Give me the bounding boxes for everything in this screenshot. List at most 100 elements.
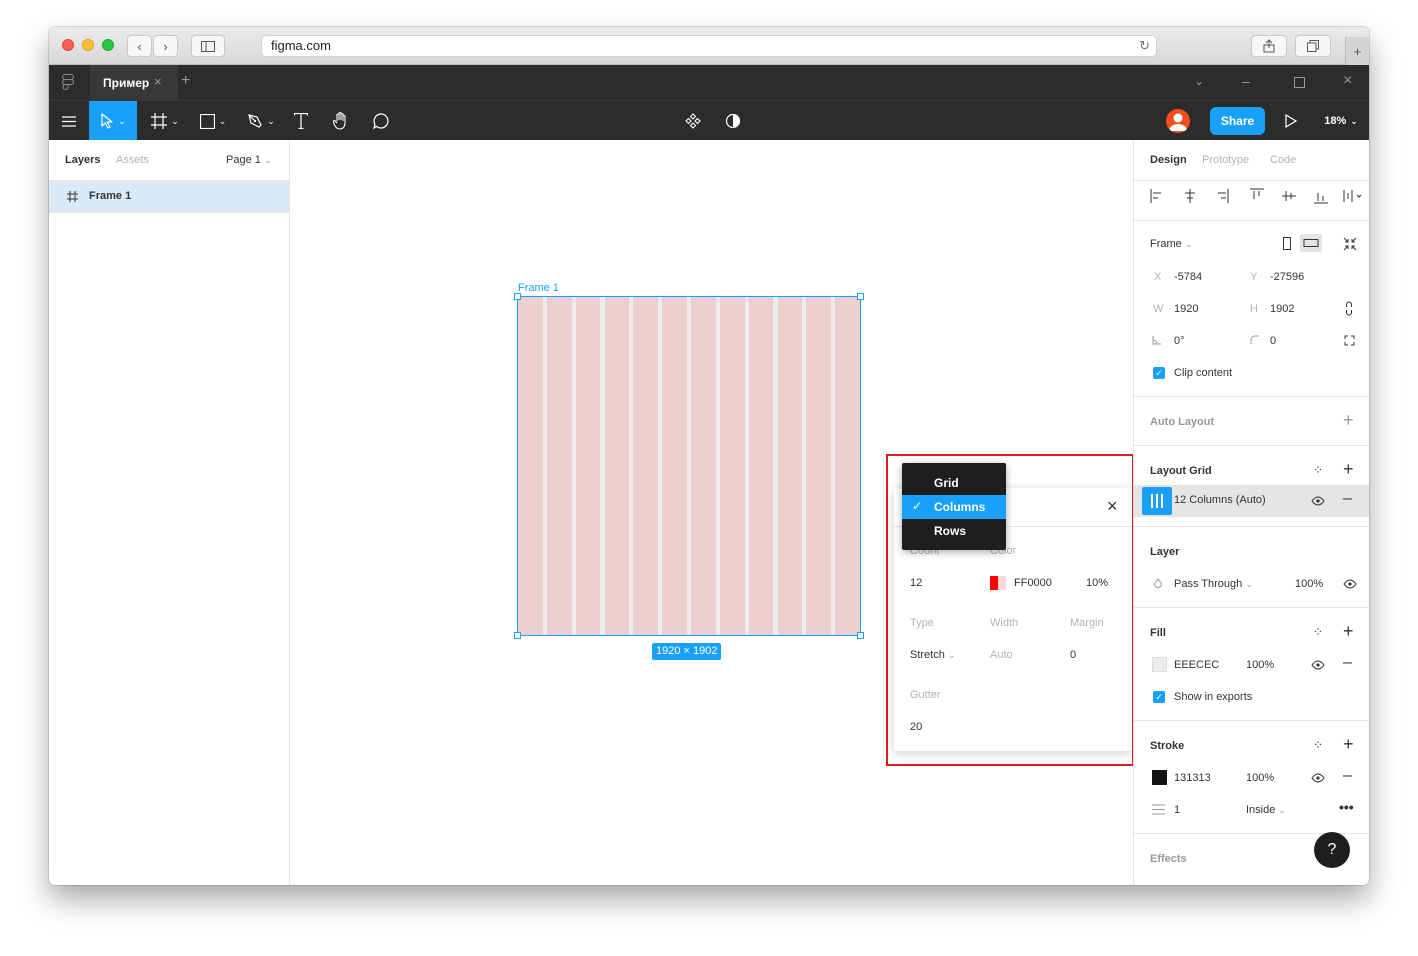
add-grid-icon[interactable]: + bbox=[1343, 459, 1354, 480]
main-menu-button[interactable] bbox=[57, 101, 81, 141]
sidebar-toggle-button[interactable] bbox=[191, 35, 225, 57]
portrait-icon[interactable] bbox=[1282, 236, 1292, 251]
x-input[interactable]: -5784 bbox=[1174, 271, 1202, 283]
eye-icon[interactable] bbox=[1311, 496, 1325, 506]
remove-stroke-icon[interactable]: – bbox=[1343, 767, 1352, 785]
hand-tool-button[interactable] bbox=[329, 101, 353, 141]
grid-styles-icon[interactable]: ⁘ bbox=[1313, 463, 1323, 477]
share-browser-button[interactable] bbox=[1251, 35, 1287, 57]
canvas[interactable]: Frame 1 1920 × 1902 × Count Color 12 FF0… bbox=[290, 140, 1134, 885]
remove-grid-icon[interactable]: – bbox=[1343, 490, 1352, 508]
resize-to-fit-icon[interactable] bbox=[1343, 237, 1357, 251]
rotation-input[interactable]: 0° bbox=[1174, 335, 1185, 347]
frame-type-dropdown[interactable]: Frame ⌄ bbox=[1150, 238, 1192, 250]
share-button[interactable]: Share bbox=[1210, 107, 1265, 135]
margin-input[interactable]: 0 bbox=[1070, 649, 1076, 661]
frame-tool-button[interactable]: ⌄ bbox=[145, 101, 185, 141]
clip-content-checkbox[interactable]: ✓ bbox=[1153, 367, 1165, 379]
corner-radius-input[interactable]: 0 bbox=[1270, 335, 1276, 347]
grid-type-button[interactable] bbox=[1142, 487, 1172, 515]
zoom-dropdown[interactable]: 18% ⌄ bbox=[1319, 101, 1363, 141]
stroke-styles-icon[interactable]: ⁘ bbox=[1313, 738, 1323, 752]
add-stroke-icon[interactable]: + bbox=[1343, 734, 1354, 755]
tab-code[interactable]: Code bbox=[1270, 154, 1296, 166]
menu-item-grid[interactable]: Grid bbox=[902, 471, 1006, 495]
color-hex-input[interactable]: FF0000 bbox=[1014, 577, 1052, 589]
layer-row[interactable]: Frame 1 bbox=[49, 181, 289, 213]
maximize-icon[interactable] bbox=[1294, 77, 1305, 88]
forward-button[interactable]: › bbox=[153, 35, 178, 57]
text-tool-button[interactable] bbox=[289, 101, 313, 141]
address-bar[interactable]: figma.com ↻ bbox=[261, 35, 1157, 57]
resize-handle-nw[interactable] bbox=[514, 293, 521, 300]
eye-icon[interactable] bbox=[1311, 660, 1325, 670]
fill-styles-icon[interactable]: ⁘ bbox=[1313, 625, 1323, 639]
present-button[interactable] bbox=[1279, 101, 1303, 141]
close-window-button[interactable] bbox=[62, 39, 74, 51]
more-options-icon[interactable]: ••• bbox=[1339, 799, 1354, 815]
fill-hex-input[interactable]: EEECEC bbox=[1174, 659, 1219, 671]
page-selector[interactable]: Page 1 ⌄ bbox=[226, 154, 271, 166]
tab-layers[interactable]: Layers bbox=[65, 154, 100, 166]
h-input[interactable]: 1902 bbox=[1270, 303, 1294, 315]
resize-handle-ne[interactable] bbox=[857, 293, 864, 300]
add-fill-icon[interactable]: + bbox=[1343, 621, 1354, 642]
tab-assets[interactable]: Assets bbox=[116, 154, 149, 166]
blend-mode-dropdown[interactable]: Pass Through ⌄ bbox=[1174, 578, 1253, 590]
stroke-hex-input[interactable]: 131313 bbox=[1174, 772, 1211, 784]
count-input[interactable]: 12 bbox=[910, 577, 922, 589]
close-app-icon[interactable]: × bbox=[1343, 72, 1352, 90]
user-avatar[interactable] bbox=[1166, 109, 1190, 133]
add-auto-layout-icon[interactable]: + bbox=[1343, 410, 1354, 431]
tab-prototype[interactable]: Prototype bbox=[1202, 154, 1249, 166]
grid-item-row[interactable]: 12 Columns (Auto) – bbox=[1134, 485, 1369, 517]
minimize-icon[interactable]: – bbox=[1242, 73, 1250, 89]
fill-swatch[interactable] bbox=[1152, 657, 1167, 672]
back-button[interactable]: ‹ bbox=[127, 35, 152, 57]
new-file-tab-icon[interactable]: + bbox=[181, 72, 190, 90]
show-exports-checkbox[interactable]: ✓ bbox=[1153, 691, 1165, 703]
resize-handle-se[interactable] bbox=[857, 632, 864, 639]
landscape-button[interactable] bbox=[1300, 234, 1322, 252]
components-button[interactable] bbox=[681, 101, 705, 141]
width-input[interactable]: Auto bbox=[990, 649, 1013, 661]
type-dropdown[interactable]: Stretch ⌄ bbox=[910, 649, 955, 661]
fill-opacity-input[interactable]: 100% bbox=[1246, 659, 1274, 671]
theme-toggle-button[interactable] bbox=[721, 101, 745, 141]
tabs-overview-button[interactable] bbox=[1295, 35, 1331, 57]
move-tool-button[interactable]: ⌄ bbox=[89, 101, 137, 141]
constrain-proportions-icon[interactable] bbox=[1345, 301, 1353, 316]
eye-icon[interactable] bbox=[1311, 773, 1325, 783]
comment-tool-button[interactable] bbox=[369, 101, 393, 141]
maximize-window-button[interactable] bbox=[102, 39, 114, 51]
help-button[interactable]: ? bbox=[1314, 832, 1350, 868]
stroke-width-input[interactable]: 1 bbox=[1174, 804, 1180, 816]
independent-corners-icon[interactable] bbox=[1344, 335, 1355, 346]
frame-label[interactable]: Frame 1 bbox=[518, 282, 559, 294]
color-swatch[interactable] bbox=[990, 576, 1006, 590]
w-input[interactable]: 1920 bbox=[1174, 303, 1198, 315]
layer-opacity-input[interactable]: 100% bbox=[1295, 578, 1323, 590]
gutter-input[interactable]: 20 bbox=[910, 721, 922, 733]
menu-item-columns[interactable]: ✓ Columns bbox=[902, 495, 1006, 519]
eye-icon[interactable] bbox=[1343, 579, 1357, 589]
figma-logo-icon[interactable] bbox=[62, 74, 74, 91]
menu-item-rows[interactable]: Rows bbox=[902, 519, 1006, 543]
pen-tool-button[interactable]: ⌄ bbox=[241, 101, 281, 141]
opacity-input[interactable]: 10% bbox=[1086, 577, 1108, 589]
reload-icon[interactable]: ↻ bbox=[1139, 36, 1150, 56]
chevron-down-icon[interactable]: ⌄ bbox=[1194, 74, 1204, 88]
new-tab-button[interactable]: + bbox=[1345, 37, 1369, 65]
y-input[interactable]: -27596 bbox=[1270, 271, 1304, 283]
minimize-window-button[interactable] bbox=[82, 39, 94, 51]
frame[interactable] bbox=[517, 296, 861, 636]
stroke-opacity-input[interactable]: 100% bbox=[1246, 772, 1274, 784]
shape-tool-button[interactable]: ⌄ bbox=[193, 101, 233, 141]
close-tab-icon[interactable]: × bbox=[154, 74, 162, 89]
file-tab[interactable]: Пример × bbox=[90, 65, 178, 100]
resize-handle-sw[interactable] bbox=[514, 632, 521, 639]
stroke-swatch[interactable] bbox=[1152, 770, 1167, 785]
tab-design[interactable]: Design bbox=[1150, 154, 1187, 166]
close-icon[interactable]: × bbox=[1107, 496, 1118, 517]
stroke-align-dropdown[interactable]: Inside ⌄ bbox=[1246, 804, 1286, 816]
